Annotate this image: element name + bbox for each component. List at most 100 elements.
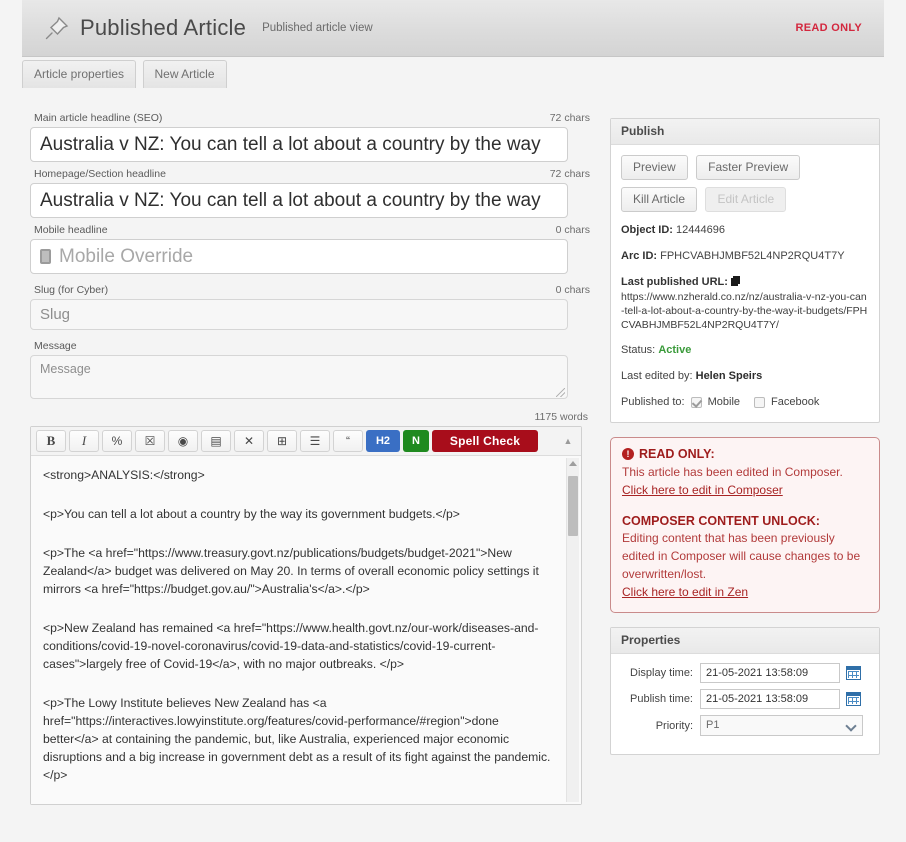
checkbox-mobile-label: Mobile [707, 396, 741, 408]
publish-time-row: Publish time: 21-05-2021 13:58:09 [621, 689, 869, 709]
copy-icon[interactable] [730, 276, 740, 286]
properties-panel-title: Properties [611, 628, 879, 654]
app-header: Published Article Published article view… [22, 0, 884, 57]
field-mobile-headline: Mobile headline 0 chars Mobile Override [30, 224, 592, 274]
display-time-label: Display time: [630, 667, 693, 679]
list-icon[interactable]: ☰ [300, 430, 330, 452]
remove-format-icon[interactable]: ✕ [234, 430, 264, 452]
article-form: Main article headline (SEO) 72 chars Aus… [30, 112, 592, 805]
exclamation-icon: ! [622, 448, 634, 460]
calendar-icon[interactable] [846, 692, 861, 706]
tab-bar: Article properties New Article [22, 60, 884, 90]
char-count: 72 chars [549, 168, 590, 180]
tab-article-properties[interactable]: Article properties [22, 60, 137, 88]
arc-id-label: Arc ID: [621, 250, 658, 262]
resize-handle-icon[interactable] [556, 388, 565, 397]
char-count: 72 chars [549, 112, 590, 124]
preview-button-row: Preview Faster Preview [621, 155, 869, 180]
last-published-url-row: Last published URL: https://www.nzherald… [621, 275, 869, 332]
blockquote-icon[interactable]: “ [333, 430, 363, 452]
last-published-url-value: https://www.nzherald.co.nz/nz/australia-… [621, 291, 868, 331]
page-subtitle: Published article view [262, 22, 373, 34]
toolbar-collapse-icon[interactable]: ▲ [560, 436, 576, 446]
field-label: Homepage/Section headline [34, 168, 166, 180]
homepage-headline-input[interactable]: Australia v NZ: You can tell a lot about… [30, 183, 568, 218]
properties-panel: Properties Display time: 21-05-2021 13:5… [610, 627, 880, 755]
composer-unlock-body: Editing content that has been previously… [622, 531, 861, 581]
edit-article-button: Edit Article [705, 187, 787, 212]
chevron-down-icon [845, 720, 857, 732]
html-editor: B I% ☒ ◉ ▤ ✕ ⊞ ☰ “H2 N Spell Check ▲ <strong>ANALYS… [30, 426, 582, 805]
display-time-input[interactable]: 21-05-2021 13:58:09 [700, 663, 840, 683]
checkbox-facebook-label: Facebook [771, 396, 820, 408]
field-label: Mobile headline [34, 224, 108, 236]
composer-unlock-title: COMPOSER CONTENT UNLOCK: [622, 514, 820, 528]
scroll-up-icon[interactable] [569, 461, 577, 466]
kill-article-button[interactable]: Kill Article [621, 187, 698, 212]
note-button[interactable]: N [403, 430, 429, 452]
main-headline-input[interactable]: Australia v NZ: You can tell a lot about… [30, 127, 568, 162]
last-published-url-label: Last published URL: [621, 276, 728, 288]
published-to-label: Published to: [621, 396, 685, 408]
editor-scrollbar[interactable] [566, 458, 579, 802]
edit-in-zen-link[interactable]: Click here to edit in Zen [622, 583, 868, 601]
object-id-row: Object ID: 12444696 [621, 223, 869, 238]
editor-source-line: <strong>ANALYSIS:</strong> [43, 468, 205, 482]
last-edited-row: Last edited by: Helen Speirs [621, 369, 869, 384]
warning-title: READ ONLY: [639, 447, 715, 461]
app-root: Published Article Published article view… [0, 0, 906, 842]
faster-preview-button[interactable]: Faster Preview [696, 155, 801, 180]
publish-time-label: Publish time: [630, 693, 693, 705]
spell-check-button[interactable]: Spell Check [432, 430, 538, 452]
pin-icon [45, 16, 69, 40]
checkbox-facebook[interactable] [754, 397, 766, 408]
word-count: 1175 words [534, 411, 588, 423]
editor-content-area[interactable]: <strong>ANALYSIS:</strong> <p>You can tel… [31, 456, 581, 804]
publish-panel-body: Preview Faster Preview Kill Article Edit… [611, 145, 879, 422]
mobile-device-icon [40, 249, 51, 264]
char-count: 0 chars [555, 284, 590, 296]
slug-input[interactable]: Slug [30, 299, 568, 330]
warning-title-row: ! READ ONLY: [622, 447, 868, 461]
image-icon[interactable]: ☒ [135, 430, 165, 452]
last-edited-label: Last edited by: [621, 370, 693, 382]
message-textarea[interactable]: Message [30, 355, 568, 399]
field-message: Message Message [30, 340, 592, 399]
last-edited-value: Helen Speirs [695, 370, 763, 382]
calendar-icon[interactable] [846, 666, 861, 680]
arc-id-value: FPHCVABHJMBF52L4NP2RQU4T7Y [660, 250, 845, 262]
published-to-row: Published to: Mobile Facebook [621, 395, 869, 410]
arc-id-row: Arc ID: FPHCVABHJMBF52L4NP2RQU4T7Y [621, 249, 869, 264]
link-icon[interactable]: % [102, 430, 132, 452]
priority-select[interactable]: P1 [700, 715, 863, 736]
italic-button[interactable]: I [69, 430, 99, 452]
warning-body: This article has been edited in Composer… [622, 465, 843, 479]
scrollbar-thumb[interactable] [568, 476, 578, 536]
editor-toolbar: B I% ☒ ◉ ▤ ✕ ⊞ ☰ “H2 N Spell Check ▲ [31, 427, 581, 456]
properties-panel-body: Display time: 21-05-2021 13:58:09 Publis… [611, 654, 879, 754]
publish-time-input[interactable]: 21-05-2021 13:58:09 [700, 689, 840, 709]
mobile-headline-input[interactable]: Mobile Override [30, 239, 568, 274]
preview-button[interactable]: Preview [621, 155, 688, 180]
edit-in-composer-link[interactable]: Click here to edit in Composer [622, 481, 868, 499]
tab-new-article[interactable]: New Article [142, 60, 227, 88]
priority-label: Priority: [655, 719, 693, 732]
editor-source-line: <p>The <a href="https://www.treasury.gov… [43, 546, 539, 596]
char-count: 0 chars [555, 224, 590, 236]
field-main-headline: Main article headline (SEO) 72 chars Aus… [30, 112, 592, 162]
table-icon[interactable]: ⊞ [267, 430, 297, 452]
article-action-button-row: Kill Article Edit Article [621, 187, 869, 212]
heading2-button[interactable]: H2 [366, 430, 400, 452]
readonly-warning-box: ! READ ONLY: This article has been edited… [610, 437, 880, 613]
checkbox-mobile[interactable] [690, 397, 702, 408]
editor-source-line: <p>You can tell a lot about a country by… [43, 507, 460, 521]
camera-icon[interactable]: ◉ [168, 430, 198, 452]
mobile-headline-placeholder: Mobile Override [59, 245, 194, 267]
bold-button[interactable]: B [36, 430, 66, 452]
field-label: Slug (for Cyber) [34, 284, 109, 296]
field-homepage-headline: Homepage/Section headline 72 chars Austr… [30, 168, 592, 218]
video-icon[interactable]: ▤ [201, 430, 231, 452]
field-slug: Slug (for Cyber) 0 chars Slug [30, 284, 592, 330]
field-label: Message [34, 340, 77, 352]
priority-row: Priority: P1 [621, 715, 869, 736]
